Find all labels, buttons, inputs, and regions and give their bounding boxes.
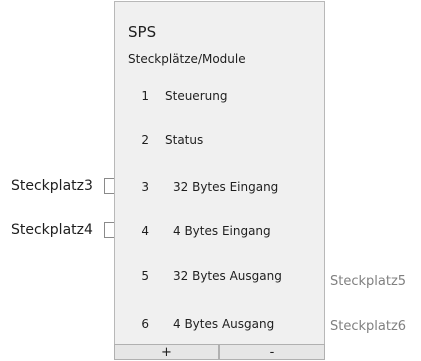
slot-label: 32 Bytes Eingang xyxy=(173,180,279,194)
slot-row-4[interactable]: 4 4 Bytes Eingang xyxy=(115,223,324,243)
slot-row-6[interactable]: 6 4 Bytes Ausgang xyxy=(115,316,324,336)
slot-label: 4 Bytes Eingang xyxy=(173,224,271,238)
slot-row-3[interactable]: 3 32 Bytes Eingang xyxy=(115,179,324,199)
slot-row-5[interactable]: 5 32 Bytes Ausgang xyxy=(115,268,324,288)
slot-number: 5 xyxy=(141,269,149,283)
slot5-side-label: Steckplatz5 xyxy=(330,274,407,289)
slot-label: Steuerung xyxy=(165,89,228,103)
slot-number: 4 xyxy=(141,224,149,238)
slot-label: Status xyxy=(165,133,204,147)
slot-label: 32 Bytes Ausgang xyxy=(173,269,282,283)
remove-slot-button[interactable]: - xyxy=(219,344,325,360)
slot3-side-label: Steckplatz3 xyxy=(11,178,93,194)
slot-number: 2 xyxy=(141,133,149,147)
slot6-side-label: Steckplatz6 xyxy=(330,319,407,334)
panel-title: SPS xyxy=(128,23,157,41)
slot-number: 3 xyxy=(141,180,149,194)
module-panel: SPS Steckplätze/Module 1 Steuerung 2 Sta… xyxy=(114,1,325,360)
slot-number: 1 xyxy=(141,89,149,103)
slot4-side-label: Steckplatz4 xyxy=(11,222,93,238)
panel-subtitle: Steckplätze/Module xyxy=(128,52,246,66)
add-slot-button[interactable]: + xyxy=(114,344,219,360)
slot-number: 6 xyxy=(141,317,149,331)
stage: Steckplatz3 Steckplatz4 SPS Steckplätze/… xyxy=(0,0,421,361)
slot-label: 4 Bytes Ausgang xyxy=(173,317,275,331)
slot-row-2[interactable]: 2 Status xyxy=(115,132,324,152)
slot-row-1[interactable]: 1 Steuerung xyxy=(115,88,324,108)
